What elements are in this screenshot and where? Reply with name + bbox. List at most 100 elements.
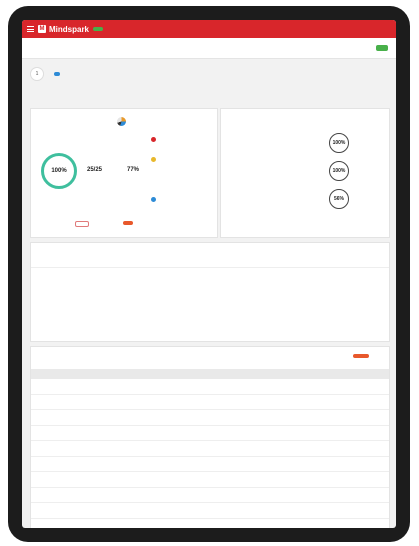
row-cell bbox=[305, 425, 353, 441]
row-cell bbox=[305, 379, 353, 395]
row-cell bbox=[129, 471, 177, 488]
table-row[interactable] bbox=[31, 409, 389, 426]
row-number bbox=[31, 394, 65, 410]
row-cell bbox=[353, 502, 389, 519]
row-name bbox=[65, 409, 129, 426]
summary-outline-button[interactable] bbox=[75, 221, 89, 227]
topic-1-value: 100% bbox=[332, 140, 346, 146]
row-cell bbox=[251, 379, 305, 395]
row-cell bbox=[305, 502, 353, 519]
summary-pie-icon bbox=[117, 117, 126, 126]
top-navigation-bar: M Mindspark bbox=[22, 20, 396, 38]
progress-ring: 100% bbox=[41, 153, 77, 189]
performance-button[interactable] bbox=[353, 354, 369, 358]
row-name bbox=[65, 502, 129, 519]
row-cell bbox=[129, 409, 177, 426]
stat-2-value: 77% bbox=[127, 167, 140, 173]
row-name bbox=[65, 379, 129, 395]
table-header-row bbox=[31, 369, 389, 379]
performance-table bbox=[31, 369, 389, 519]
performance-card bbox=[30, 346, 390, 528]
filter-chip[interactable] bbox=[54, 72, 60, 76]
row-cell bbox=[129, 425, 177, 441]
menu-icon[interactable] bbox=[27, 26, 34, 32]
row-number bbox=[31, 425, 65, 441]
table-row[interactable] bbox=[31, 425, 389, 441]
row-cell bbox=[305, 440, 353, 457]
col-header-4[interactable] bbox=[177, 369, 251, 379]
col-header-2[interactable] bbox=[65, 369, 129, 379]
row-cell bbox=[353, 409, 389, 426]
stat-1-value: 25/25 bbox=[87, 167, 103, 173]
col-header-1[interactable] bbox=[31, 369, 65, 379]
summary-primary-button[interactable] bbox=[123, 221, 133, 225]
sub-tabs bbox=[82, 46, 130, 50]
performance-table-wrap bbox=[31, 369, 389, 519]
row-cell bbox=[251, 425, 305, 441]
row-cell bbox=[129, 502, 177, 519]
row-number bbox=[31, 379, 65, 395]
nav-links bbox=[339, 28, 387, 30]
row-cell bbox=[305, 394, 353, 410]
row-cell bbox=[353, 440, 389, 457]
row-cell bbox=[305, 409, 353, 426]
col-header-7[interactable] bbox=[353, 369, 389, 379]
topic-3-ring: 56% bbox=[329, 189, 349, 209]
row-cell bbox=[305, 487, 353, 503]
row-cell bbox=[251, 394, 305, 410]
table-row[interactable] bbox=[31, 502, 389, 519]
col-header-3[interactable] bbox=[129, 369, 177, 379]
sub-action-button[interactable] bbox=[376, 45, 388, 51]
row-name bbox=[65, 394, 129, 410]
row-cell bbox=[177, 456, 251, 472]
row-number bbox=[31, 440, 65, 457]
table-row[interactable] bbox=[31, 456, 389, 472]
row-cell bbox=[353, 456, 389, 472]
row-name bbox=[65, 471, 129, 488]
row-cell bbox=[353, 379, 389, 395]
brand[interactable]: M Mindspark bbox=[38, 25, 89, 34]
legend-dot-blue bbox=[151, 197, 156, 202]
table-row[interactable] bbox=[31, 440, 389, 457]
overview-divider bbox=[31, 267, 389, 268]
sub-navigation bbox=[22, 38, 396, 59]
col-header-6[interactable] bbox=[305, 369, 353, 379]
table-row[interactable] bbox=[31, 379, 389, 395]
row-cell bbox=[129, 456, 177, 472]
row-cell bbox=[129, 394, 177, 410]
legend-dot-yellow bbox=[151, 157, 156, 162]
row-number bbox=[31, 471, 65, 488]
row-cell bbox=[353, 394, 389, 410]
topic-2-ring: 100% bbox=[329, 161, 349, 181]
row-cell bbox=[177, 502, 251, 519]
brand-name: Mindspark bbox=[49, 24, 90, 34]
row-number bbox=[31, 502, 65, 519]
row-cell bbox=[251, 409, 305, 426]
legend-dot-red bbox=[151, 137, 156, 142]
row-cell bbox=[177, 394, 251, 410]
table-row[interactable] bbox=[31, 394, 389, 410]
table-row[interactable] bbox=[31, 471, 389, 488]
row-name bbox=[65, 425, 129, 441]
row-cell bbox=[177, 471, 251, 488]
row-cell bbox=[353, 425, 389, 441]
row-cell bbox=[177, 487, 251, 503]
overview-card bbox=[30, 242, 390, 342]
table-row[interactable] bbox=[31, 487, 389, 503]
row-cell bbox=[177, 409, 251, 426]
col-header-5[interactable] bbox=[251, 369, 305, 379]
step-indicator[interactable]: 1 bbox=[30, 67, 44, 81]
row-name bbox=[65, 456, 129, 472]
row-cell bbox=[129, 487, 177, 503]
row-cell bbox=[177, 425, 251, 441]
tablet-frame: M Mindspark 1 100% 25/25 77% 100% 100% 5… bbox=[8, 6, 410, 542]
row-cell bbox=[251, 440, 305, 457]
row-number bbox=[31, 456, 65, 472]
other-topics-card: 100% 100% 56% bbox=[220, 108, 390, 238]
filter-row: 1 bbox=[22, 65, 396, 83]
row-cell bbox=[129, 440, 177, 457]
nav-badge-button[interactable] bbox=[93, 27, 104, 31]
row-cell bbox=[251, 456, 305, 472]
topic-2-value: 100% bbox=[332, 168, 346, 174]
row-cell bbox=[177, 379, 251, 395]
